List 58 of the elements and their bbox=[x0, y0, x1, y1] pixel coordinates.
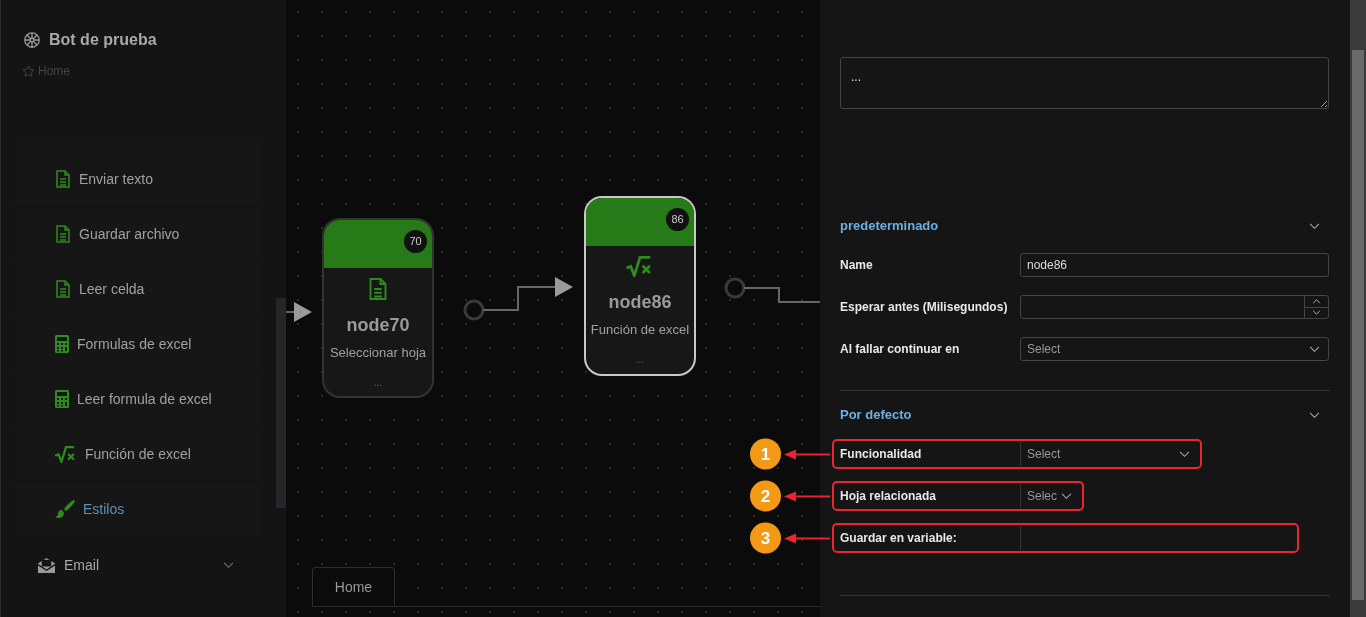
caret-up-icon[interactable] bbox=[1312, 298, 1321, 304]
chevron-icon bbox=[1061, 492, 1072, 500]
envelope-icon bbox=[37, 556, 56, 574]
caret-down-icon[interactable] bbox=[1312, 310, 1321, 316]
node-badge: 70 bbox=[404, 230, 427, 253]
chevron-icon bbox=[1309, 345, 1320, 353]
field-label: Hoja relacionada bbox=[840, 488, 938, 505]
section-title[interactable]: Por defecto bbox=[840, 405, 912, 425]
menu-item[interactable]: Leer celda bbox=[15, 262, 262, 317]
scrollbar[interactable] bbox=[1350, 0, 1366, 617]
node-title: node86 bbox=[607, 291, 673, 314]
description-field[interactable]: ... bbox=[840, 57, 1329, 109]
chevron-icon bbox=[1179, 450, 1190, 458]
node-subtitle: Función de excel bbox=[589, 321, 691, 339]
document-icon bbox=[368, 277, 388, 301]
field-label: Funcionalidad bbox=[840, 446, 923, 463]
field-label: Name bbox=[840, 257, 874, 274]
select-field[interactable]: Select bbox=[1020, 442, 1198, 466]
callout-arrow bbox=[784, 448, 830, 460]
node-badge: 86 bbox=[666, 208, 689, 231]
document-icon bbox=[55, 170, 71, 188]
connector-arrow bbox=[286, 302, 312, 322]
calculator-icon bbox=[55, 390, 69, 408]
menu-item[interactable]: Función de excel bbox=[15, 427, 262, 482]
select-field[interactable]: Select bbox=[1020, 337, 1329, 361]
square-root-icon bbox=[626, 255, 654, 278]
select-field[interactable]: Selec bbox=[1020, 484, 1080, 508]
wheel-icon bbox=[23, 31, 41, 49]
node-footer: ... bbox=[324, 374, 432, 390]
star-icon bbox=[22, 64, 35, 78]
flow-node[interactable]: 70 node70 Seleccionar hoja ... bbox=[322, 218, 434, 398]
field-label: Guardar en variable: bbox=[840, 530, 958, 547]
spinner-control[interactable] bbox=[1304, 296, 1328, 318]
menu-item[interactable]: Estilos bbox=[15, 482, 262, 537]
app-title: Bot de prueba bbox=[49, 30, 157, 50]
text-field[interactable]: node86 bbox=[1020, 253, 1329, 277]
brush-icon bbox=[55, 499, 75, 519]
menu-item[interactable]: Enviar texto bbox=[15, 152, 262, 207]
menu-group[interactable]: Email bbox=[1, 537, 276, 593]
calculator-icon bbox=[55, 335, 69, 353]
flow-node[interactable]: 86 node86 Función de excel ... bbox=[584, 196, 696, 376]
node-subtitle: Seleccionar hoja bbox=[328, 344, 428, 362]
callout-arrow bbox=[784, 532, 830, 544]
document-icon bbox=[55, 280, 71, 298]
menu-item[interactable]: Leer formula de excel bbox=[15, 372, 262, 427]
menu-item[interactable]: Formulas de excel bbox=[15, 317, 262, 372]
square-root-icon bbox=[55, 445, 77, 463]
node-footer: ... bbox=[586, 351, 694, 367]
node-title: node70 bbox=[345, 314, 411, 337]
scrollbar-thumb[interactable] bbox=[276, 298, 286, 508]
field-label: Al fallar continuar en bbox=[840, 341, 961, 358]
section-title[interactable]: predeterminado bbox=[840, 216, 939, 236]
menu-item[interactable]: Guardar archivo bbox=[15, 207, 262, 262]
number-field[interactable] bbox=[1020, 295, 1329, 319]
field-label: Esperar antes (Milisegundos) bbox=[840, 299, 1009, 316]
document-icon bbox=[55, 225, 71, 243]
callout-arrow bbox=[784, 490, 830, 502]
tab[interactable]: Home bbox=[312, 567, 395, 606]
